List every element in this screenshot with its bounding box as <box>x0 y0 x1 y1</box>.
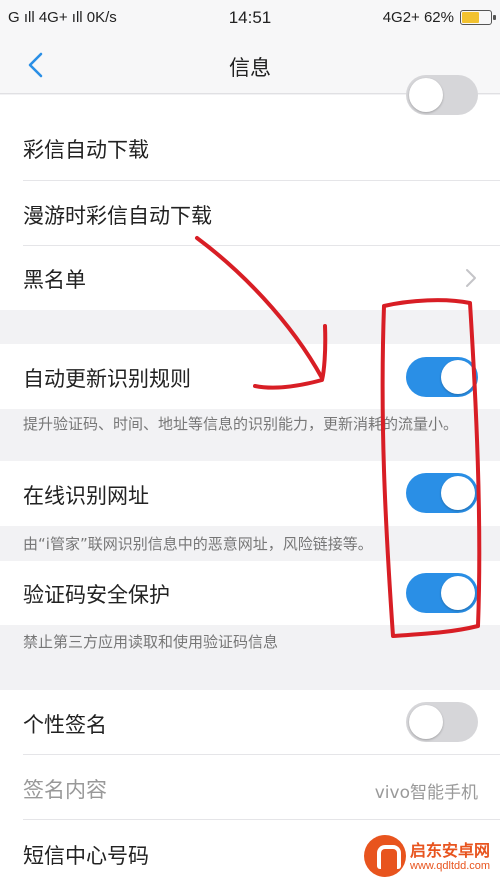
signature-toggle[interactable] <box>406 702 478 742</box>
row-code-protection[interactable]: 验证码安全保护 <box>0 561 500 625</box>
chevron-right-icon <box>466 269 476 287</box>
partial-toggle[interactable] <box>406 75 478 115</box>
partial-row <box>0 75 500 115</box>
row-label: 签名内容 <box>23 778 107 802</box>
row-label: 在线识别网址 <box>23 484 149 508</box>
row-signature-content[interactable]: 签名内容 vivo智能手机 <box>0 755 500 820</box>
row-blacklist[interactable]: 黑名单 <box>0 246 500 310</box>
code-protection-toggle[interactable] <box>406 573 478 613</box>
signature-content-value: vivo智能手机 <box>374 783 478 803</box>
battery-fill <box>462 12 479 23</box>
row-label: 短信中心号码 <box>23 844 149 868</box>
watermark-logo-icon <box>364 835 406 877</box>
toggle-knob <box>441 476 475 510</box>
status-bar: G ıll 4G+ ıll 0K/s 14:51 4G2+ 62% <box>0 0 500 36</box>
online-url-detection-desc: 由“i管家”联网识别信息中的恶意网址，风险链接等。 <box>23 535 373 553</box>
row-label: 个性签名 <box>23 713 107 737</box>
row-mms-auto-download[interactable]: 彩信自动下载 <box>0 115 500 181</box>
watermark: 启东安卓网 www.qdltdd.com <box>364 833 494 883</box>
toggle-knob <box>441 576 475 610</box>
row-label: 自动更新识别规则 <box>23 367 191 391</box>
row-label: 漫游时彩信自动下载 <box>23 204 212 228</box>
toggle-knob <box>409 705 443 739</box>
watermark-url: www.qdltdd.com <box>410 860 491 872</box>
online-url-detection-toggle[interactable] <box>406 473 478 513</box>
code-protection-desc: 禁止第三方应用读取和使用验证码信息 <box>23 633 279 651</box>
auto-update-rules-toggle[interactable] <box>406 357 478 397</box>
toggle-knob <box>441 360 475 394</box>
network-battery-status: 4G2+ 62% <box>382 9 454 26</box>
row-roaming-mms-auto-download[interactable]: 漫游时彩信自动下载 <box>0 181 500 246</box>
battery-icon <box>460 10 496 25</box>
row-signature[interactable]: 个性签名 <box>0 690 500 755</box>
row-auto-update-rules[interactable]: 自动更新识别规则 <box>0 344 500 409</box>
row-label: 彩信自动下载 <box>23 138 149 162</box>
watermark-name: 启东安卓网 <box>410 841 491 860</box>
auto-update-rules-desc: 提升验证码、时间、地址等信息的识别能力，更新消耗的流量小。 <box>23 415 459 433</box>
row-label: 验证码安全保护 <box>23 583 170 607</box>
row-label: 黑名单 <box>23 268 86 292</box>
row-online-url-detection[interactable]: 在线识别网址 <box>0 461 500 526</box>
